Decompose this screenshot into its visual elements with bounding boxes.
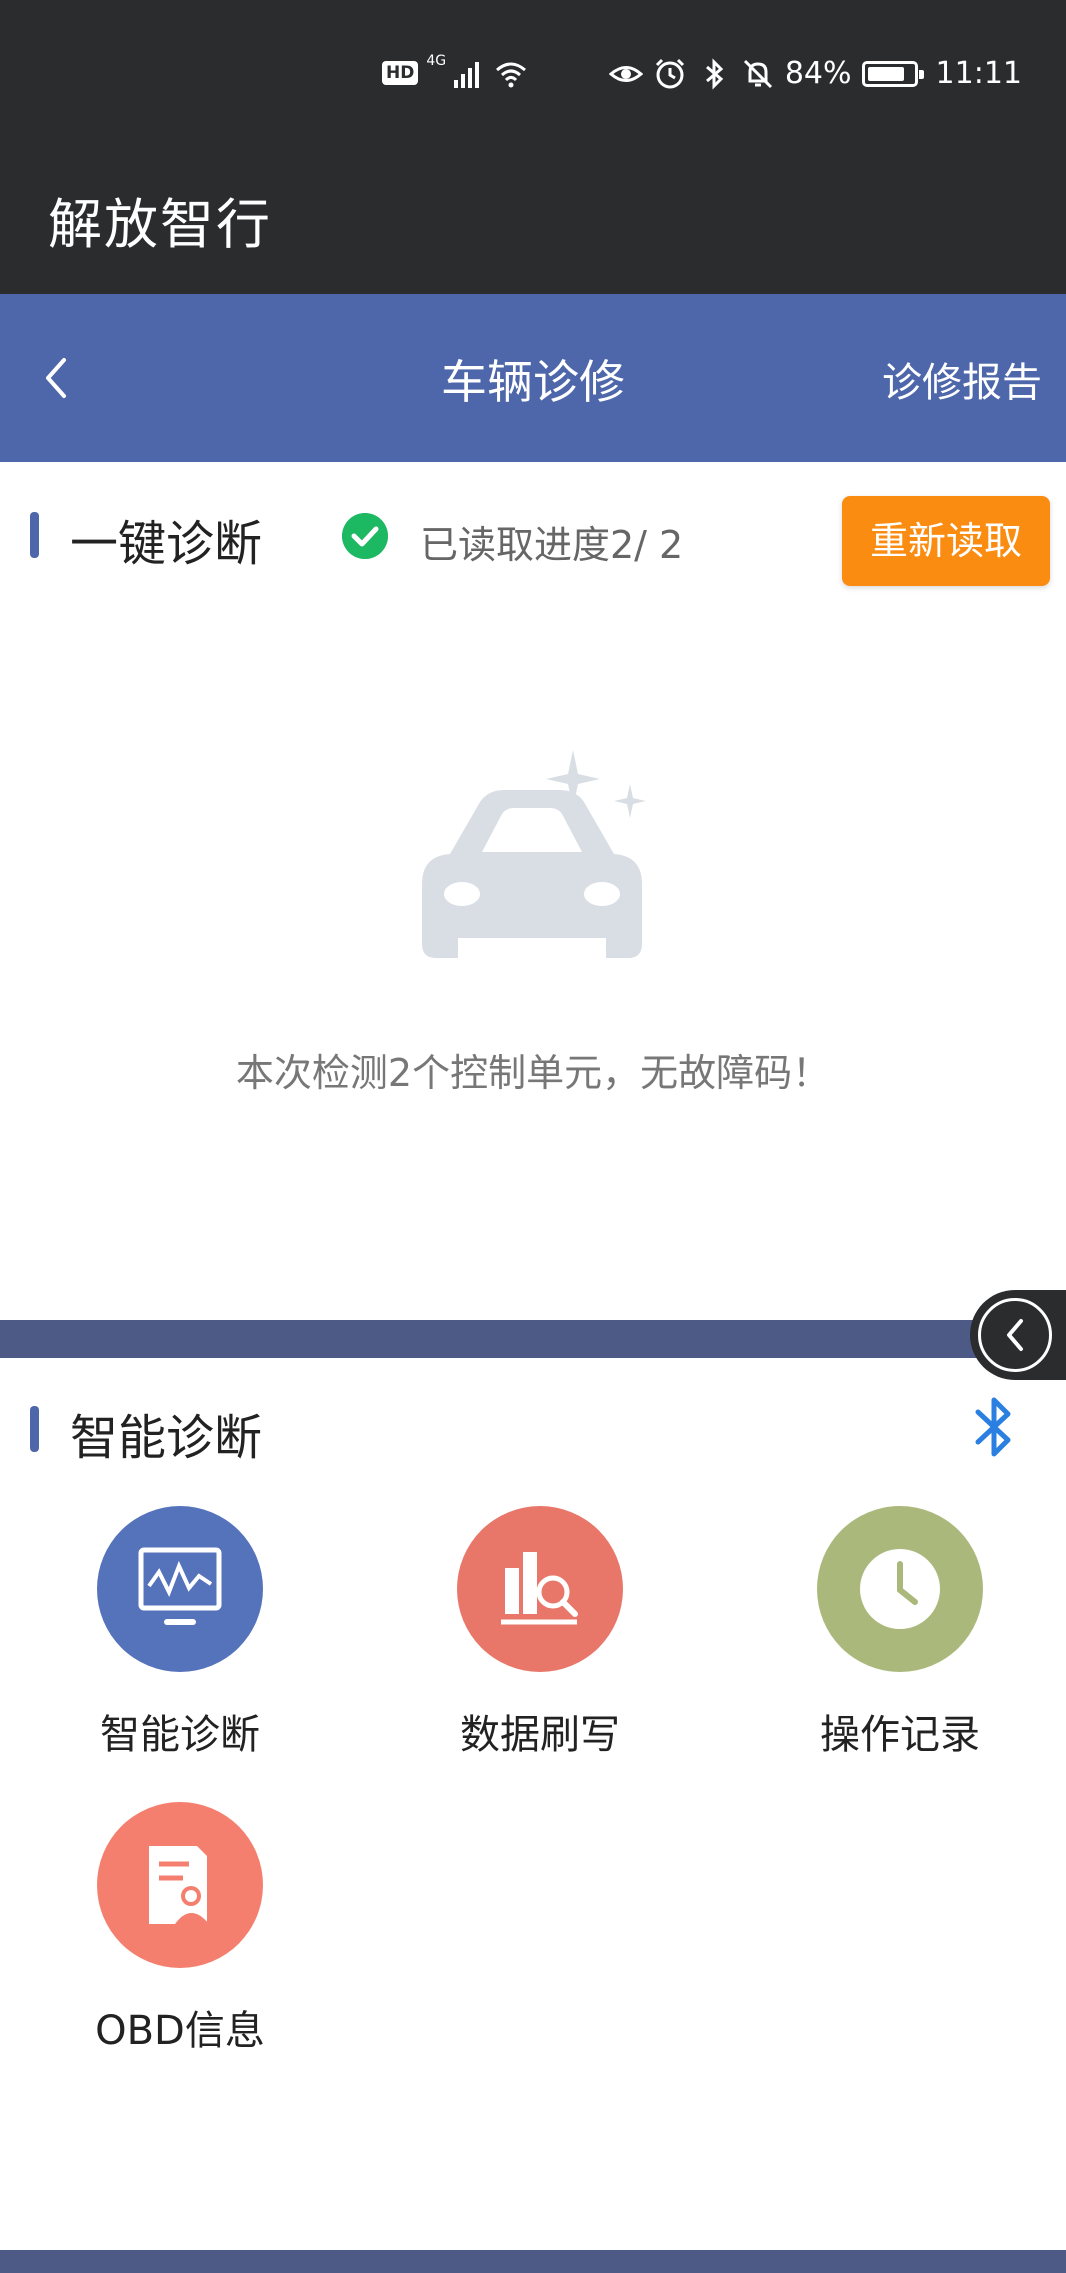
grid-icon-circle bbox=[457, 1506, 623, 1672]
chevron-left-icon bbox=[1007, 1319, 1023, 1351]
one-click-header: 一键诊断 已读取进度2/ 2 重新读取 bbox=[0, 478, 1066, 588]
report-button[interactable]: 诊修报告 bbox=[882, 350, 1042, 408]
check-circle-icon bbox=[342, 513, 388, 559]
result-text: 本次检测2个控制单元，无故障码！ bbox=[235, 1051, 831, 1095]
smart-header: 智能诊断 bbox=[0, 1372, 1066, 1482]
float-toggle[interactable] bbox=[970, 1290, 1066, 1380]
grid-label: OBD信息 bbox=[95, 2008, 265, 2054]
car-sparkle-icon bbox=[422, 750, 646, 958]
hd-icon: HD bbox=[382, 61, 419, 85]
battery-percent: 84% bbox=[784, 56, 852, 91]
data-search-icon bbox=[501, 1552, 578, 1625]
status-left: HD 4G bbox=[382, 53, 528, 90]
signal-icon bbox=[454, 62, 480, 88]
status-bar: HD 4G 84% 11:11 bbox=[0, 0, 1066, 126]
one-click-title: 一键诊断 bbox=[70, 516, 263, 572]
nav-bar: 车辆诊修 诊修报告 bbox=[0, 294, 1066, 462]
bluetooth-icon[interactable] bbox=[966, 1394, 1022, 1460]
eye-icon bbox=[608, 65, 643, 82]
progress-text: 已读取进度2/ 2 bbox=[420, 523, 684, 567]
grid-item-obd-info[interactable]: OBD信息 bbox=[60, 1802, 300, 2082]
wifi-icon bbox=[496, 62, 527, 88]
bottom-band bbox=[0, 2250, 1066, 2273]
clock-time: 11:11 bbox=[935, 56, 1022, 91]
reread-button[interactable]: 重新读取 bbox=[842, 496, 1050, 586]
bluetooth-icon bbox=[705, 57, 724, 90]
section-divider bbox=[0, 1320, 1066, 1358]
status-right: 84% 11:11 bbox=[608, 56, 1022, 91]
grid-label: 操作记录 bbox=[820, 1712, 980, 1758]
mute-icon bbox=[743, 59, 772, 88]
app-title: 解放智行 bbox=[48, 193, 272, 256]
section-marker bbox=[30, 512, 39, 558]
battery-icon bbox=[861, 60, 924, 87]
smart-title: 智能诊断 bbox=[70, 1410, 263, 1466]
float-toggle-circle bbox=[978, 1298, 1052, 1372]
grid-label: 数据刷写 bbox=[460, 1712, 620, 1758]
network-type: 4G bbox=[426, 53, 447, 69]
alarm-icon bbox=[655, 58, 684, 88]
grid-icon-circle bbox=[817, 1506, 983, 1672]
section-marker bbox=[30, 1406, 39, 1452]
grid-icon-circle bbox=[97, 1802, 263, 1968]
grid-item-operation-log[interactable]: 操作记录 bbox=[780, 1506, 1020, 1786]
grid-icon-circle bbox=[97, 1506, 263, 1672]
grid-item-data-flash[interactable]: 数据刷写 bbox=[420, 1506, 660, 1786]
grid-label: 智能诊断 bbox=[100, 1712, 260, 1758]
monitor-waveform-icon bbox=[138, 1547, 222, 1625]
app-title-bar: 解放智行 bbox=[0, 126, 1066, 294]
clock-icon bbox=[860, 1549, 940, 1629]
document-user-icon bbox=[149, 1846, 209, 1924]
battery-level bbox=[867, 66, 905, 81]
grid-item-smart-diagnosis[interactable]: 智能诊断 bbox=[60, 1506, 300, 1786]
